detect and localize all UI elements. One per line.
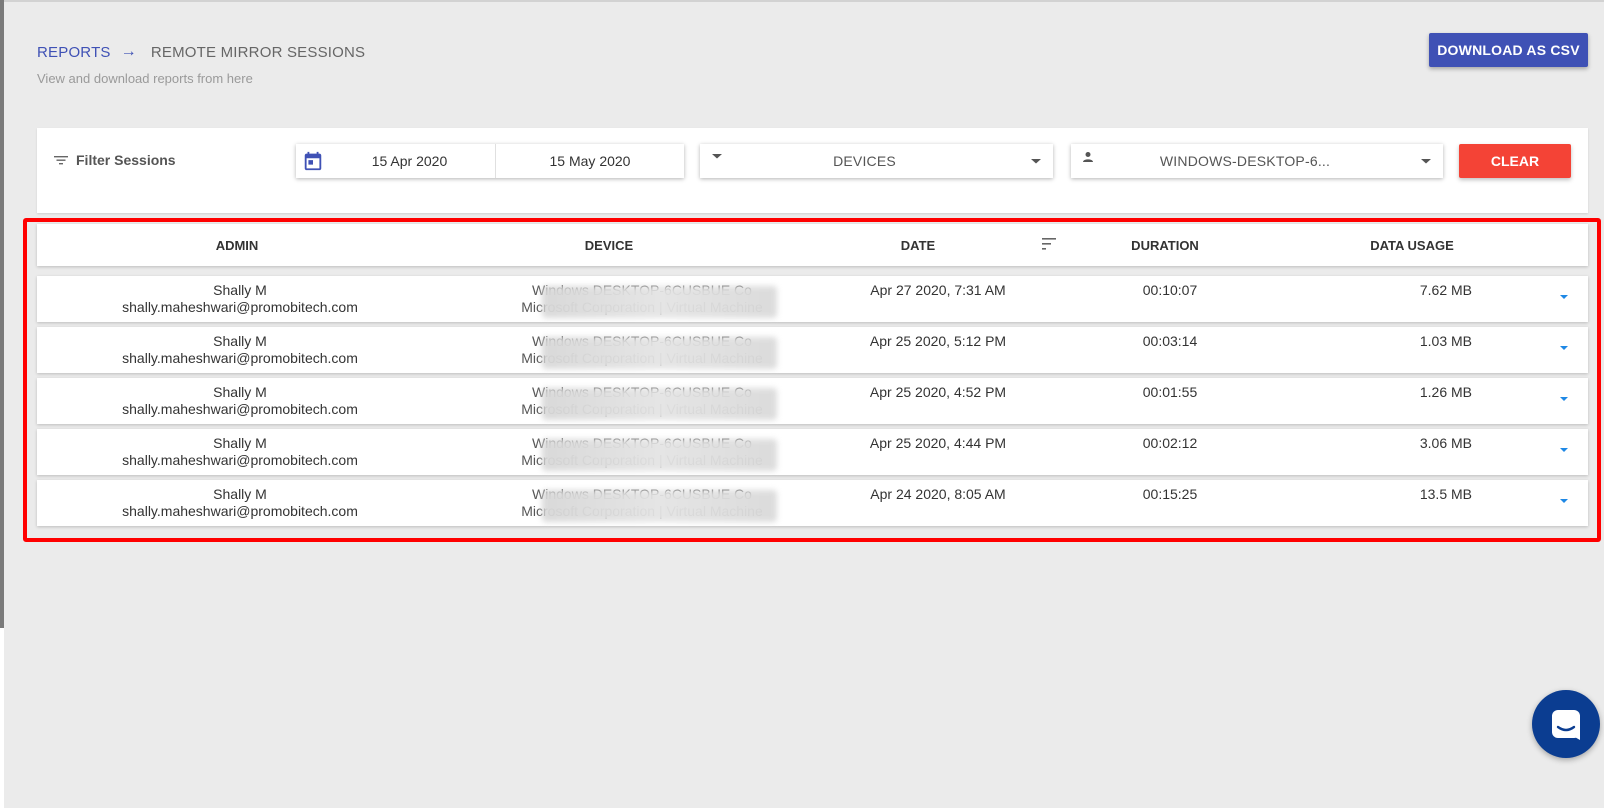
person-icon xyxy=(1083,152,1093,162)
breadcrumb: REPORTS → REMOTE MIRROR SESSIONS xyxy=(37,43,365,61)
arrow-right-icon: → xyxy=(120,43,137,60)
breadcrumb-reports-link[interactable]: REPORTS xyxy=(37,44,111,61)
user-select-label: WINDOWS-DESKTOP-6... xyxy=(1159,153,1331,169)
left-divider-bottom xyxy=(0,628,4,808)
devices-select[interactable]: DEVICES xyxy=(700,144,1053,178)
filter-title-label: Filter Sessions xyxy=(76,152,176,168)
date-from-input[interactable]: 15 Apr 2020 xyxy=(324,144,496,178)
devices-select-label: DEVICES xyxy=(833,153,896,169)
filter-title: Filter Sessions xyxy=(54,152,176,168)
filter-list-icon xyxy=(54,156,68,165)
chat-bubble-icon xyxy=(1552,710,1580,740)
highlight-annotation xyxy=(23,218,1601,542)
clear-filters-button[interactable]: CLEAR xyxy=(1459,144,1571,178)
download-csv-button[interactable]: DOWNLOAD AS CSV xyxy=(1429,33,1588,67)
date-range-picker[interactable]: 15 Apr 2020 15 May 2020 xyxy=(296,144,684,178)
calendar-icon[interactable] xyxy=(302,150,324,172)
chat-launcher-button[interactable] xyxy=(1532,690,1600,758)
left-divider xyxy=(0,0,4,628)
caret-down-icon xyxy=(712,154,722,159)
user-select[interactable]: WINDOWS-DESKTOP-6... xyxy=(1071,144,1443,178)
page-subtitle: View and download reports from here xyxy=(37,71,253,86)
page-title: REMOTE MIRROR SESSIONS xyxy=(150,43,366,61)
top-divider xyxy=(0,0,1604,2)
date-to-input[interactable]: 15 May 2020 xyxy=(496,144,684,178)
filter-panel: Filter Sessions 15 Apr 2020 15 May 2020 … xyxy=(37,128,1588,213)
chevron-down-icon[interactable] xyxy=(1419,154,1433,168)
chevron-down-icon[interactable] xyxy=(1029,154,1043,168)
